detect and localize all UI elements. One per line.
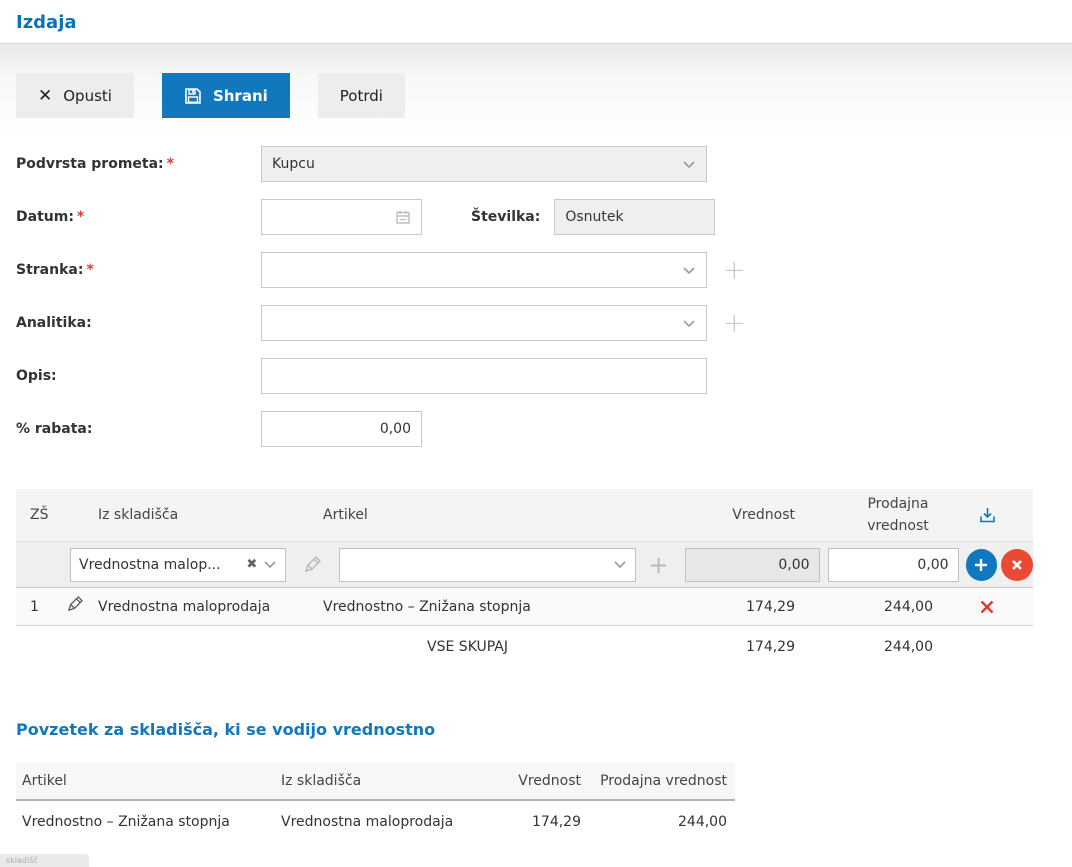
stevilka-label: Številka: <box>471 209 541 225</box>
discard-button[interactable]: ✕ Opusti <box>16 73 134 118</box>
toolbar: ✕ Opusti Shrani Potrdi <box>0 44 1072 140</box>
datum-label: Datum: * <box>16 209 85 225</box>
col-header-article: Artikel <box>323 507 368 523</box>
chevron-down-icon <box>682 160 696 169</box>
analitika-select[interactable] <box>261 305 707 341</box>
items-total-row: VSE SKUPAJ 174,29 244,00 <box>16 626 1033 668</box>
col-header-actions <box>941 507 1033 524</box>
chevron-down-icon <box>263 560 277 569</box>
items-table: ZŠ Iz skladišča Artikel Vrednost Prodajn… <box>16 489 1033 668</box>
summary-col-value: Vrednost <box>518 773 581 789</box>
required-asterisk: * <box>166 156 174 172</box>
row-sales-value: 244,00 <box>884 598 933 615</box>
edit-warehouse-value: Vrednostna malop... <box>79 556 221 573</box>
form-row-analitika: Analitika: + <box>16 305 1056 341</box>
summary-col-warehouse: Iz skladišča <box>281 773 362 789</box>
col-header-value: Vrednost <box>732 507 795 523</box>
summary-row: Vrednostno – Znižana stopnja Vrednostna … <box>16 801 735 843</box>
summary-row-article: Vrednostno – Znižana stopnja <box>22 814 230 830</box>
discard-button-label: Opusti <box>63 86 112 105</box>
page-header: Izdaja <box>0 0 1072 44</box>
add-analitika-button[interactable]: + <box>723 310 746 337</box>
rabata-field-wrap <box>261 411 422 447</box>
col-header-zs: ZŠ <box>30 507 49 523</box>
chevron-down-icon <box>613 560 627 569</box>
summary-row-warehouse: Vrednostna maloprodaja <box>281 814 454 830</box>
total-value: 174,29 <box>746 639 795 655</box>
document-form: Podvrsta prometa: * Kupcu Datum: * Številk… <box>0 140 1072 447</box>
summary-col-article: Artikel <box>22 773 67 789</box>
summary-row-value: 174,29 <box>532 814 581 830</box>
required-asterisk: * <box>76 209 85 225</box>
col-header-sales-value: Prodajna vrednost <box>867 495 929 534</box>
summary-col-sales-value: Prodajna vrednost <box>600 773 727 789</box>
clear-warehouse-icon[interactable]: ✖ <box>246 557 257 572</box>
analitika-label: Analitika: <box>16 315 92 331</box>
form-row-stranka: Stranka: * + <box>16 252 1056 288</box>
add-article-button[interactable]: + <box>648 553 668 577</box>
add-stranka-button[interactable]: + <box>723 257 746 284</box>
row-article: Vrednostno – Znižana stopnja <box>323 598 531 615</box>
edit-row-pencil-icon[interactable] <box>66 596 83 613</box>
form-row-datum: Datum: * Številka: <box>16 199 1056 235</box>
confirm-button-label: Potrdi <box>339 86 383 105</box>
import-rows-icon[interactable] <box>979 507 996 524</box>
add-row-button[interactable] <box>965 548 998 581</box>
opis-field-wrap <box>261 358 707 394</box>
total-sales-value: 244,00 <box>884 639 933 655</box>
opis-input[interactable] <box>272 359 696 393</box>
cancel-row-button[interactable] <box>1001 548 1033 581</box>
podvrsta-label: Podvrsta prometa: * <box>16 156 174 172</box>
items-edit-row: Vrednostna malop... ✖ + <box>16 541 1033 588</box>
form-row-opis: Opis: <box>16 358 1056 394</box>
datum-field-wrap <box>261 199 422 235</box>
form-row-podvrsta: Podvrsta prometa: * Kupcu <box>16 146 1056 182</box>
podvrsta-select[interactable]: Kupcu <box>261 146 707 182</box>
rabata-input[interactable] <box>272 412 411 446</box>
discard-x-icon: ✕ <box>38 85 53 106</box>
stevilka-input <box>565 200 705 234</box>
page-title: Izdaja <box>16 12 77 33</box>
row-actions <box>941 599 1033 615</box>
save-button-label: Shrani <box>212 86 268 105</box>
form-row-rabata: % rabata: <box>16 411 1056 447</box>
edit-article-combobox[interactable] <box>338 547 637 582</box>
datum-input[interactable] <box>272 200 395 234</box>
confirm-button[interactable]: Potrdi <box>317 73 405 118</box>
col-header-warehouse: Iz skladišča <box>98 507 179 523</box>
edit-warehouse-pencil-icon[interactable] <box>298 555 326 574</box>
delete-row-icon[interactable] <box>979 599 995 615</box>
required-asterisk: * <box>86 262 94 278</box>
opis-label: Opis: <box>16 368 57 384</box>
rabata-label: % rabata: <box>16 421 93 437</box>
podvrsta-selected-value: Kupcu <box>272 156 315 172</box>
save-button[interactable]: Shrani <box>161 73 290 118</box>
row-edit-cell <box>52 596 98 617</box>
edit-value-input <box>684 547 820 582</box>
items-table-header: ZŠ Iz skladišča Artikel Vrednost Prodajn… <box>16 489 1033 541</box>
row-warehouse: Vrednostna maloprodaja <box>98 598 271 615</box>
stranka-select[interactable] <box>261 252 707 288</box>
link-preview-tooltip: skladišč <box>0 854 89 867</box>
table-row: 1 Vrednostna maloprodaja Vrednostno – Zn… <box>16 588 1033 626</box>
chevron-down-icon <box>682 319 696 328</box>
row-value: 174,29 <box>746 598 795 615</box>
summary-title: Povzetek za skladišča, ki se vodijo vred… <box>16 720 436 739</box>
edit-warehouse-combobox[interactable]: Vrednostna malop... ✖ <box>70 547 287 582</box>
total-label: VSE SKUPAJ <box>427 639 508 655</box>
chevron-down-icon <box>682 266 696 275</box>
summary-row-sales-value: 244,00 <box>678 814 727 830</box>
summary-table-header: Artikel Iz skladišča Vrednost Prodajna v… <box>16 763 735 801</box>
stevilka-field-wrap <box>554 199 716 235</box>
floppy-disk-icon <box>184 87 202 105</box>
row-zs: 1 <box>30 598 39 615</box>
edit-sales-value-input[interactable] <box>827 547 959 582</box>
summary-table: Artikel Iz skladišča Vrednost Prodajna v… <box>16 763 735 843</box>
calendar-icon[interactable] <box>395 209 411 225</box>
stranka-label: Stranka: * <box>16 262 94 278</box>
